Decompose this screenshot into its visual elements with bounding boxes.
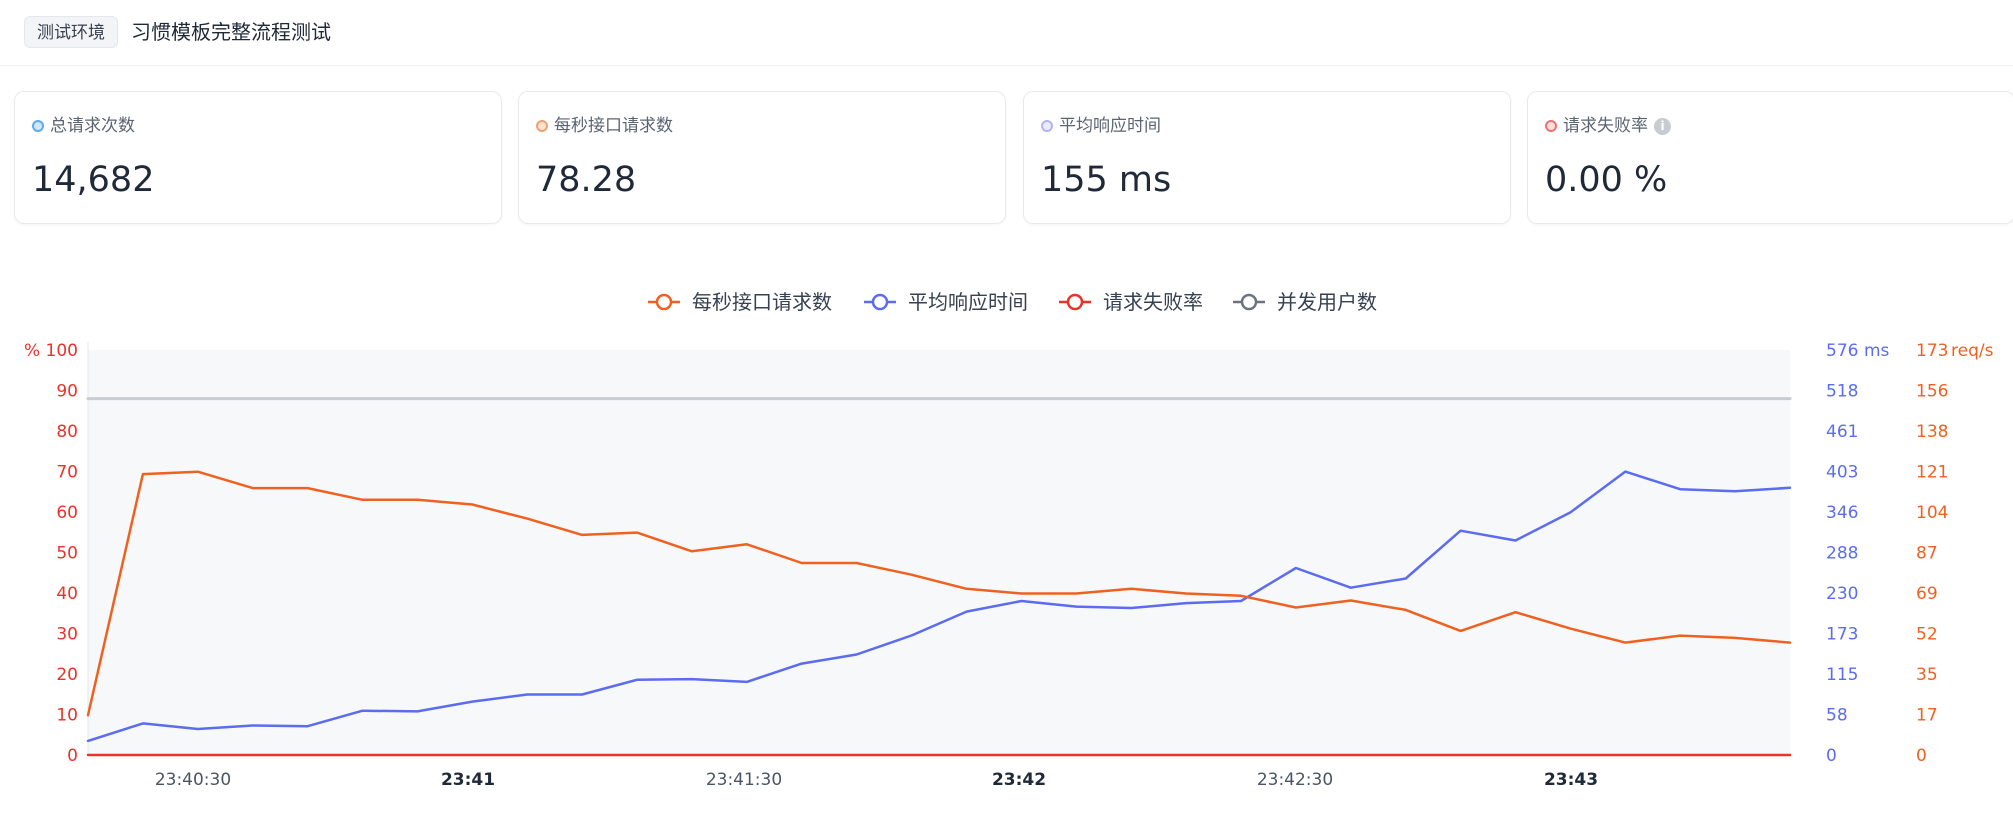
right-axis-tick: 52	[1916, 625, 1938, 645]
x-axis-tick: 23:42	[992, 770, 1046, 790]
left-axis-tick: 20	[56, 665, 78, 685]
legend-marker	[871, 293, 889, 311]
dot-icon	[1041, 120, 1053, 132]
stat-label: 每秒接口请求数	[554, 116, 673, 136]
stat-card-requests-per-second: 每秒接口请求数 78.28	[518, 91, 1006, 224]
plot-background	[88, 350, 1790, 755]
mid-axis-tick: 576	[1826, 341, 1858, 361]
right-axis-tick: 35	[1916, 665, 1938, 685]
left-axis-tick: 10	[56, 706, 78, 726]
mid-axis-unit: ms	[1864, 341, 1890, 361]
stat-card-average-response: 平均响应时间 155 ms	[1023, 91, 1511, 224]
left-axis-tick: 30	[56, 625, 78, 645]
right-axis-unit: req/s	[1951, 341, 1994, 361]
left-axis-tick: 60	[56, 503, 78, 523]
legend-marker	[1066, 293, 1084, 311]
left-axis-tick: 90	[56, 382, 78, 402]
mid-axis-tick: 403	[1826, 463, 1858, 483]
left-axis-tick: 80	[56, 422, 78, 442]
stat-label: 平均响应时间	[1059, 116, 1161, 136]
mid-axis-tick: 58	[1826, 706, 1848, 726]
stat-label: 总请求次数	[50, 116, 135, 136]
left-axis-tick: 70	[56, 463, 78, 483]
stat-value: 14,682	[32, 160, 155, 200]
x-axis-tick: 23:42:30	[1257, 770, 1333, 790]
right-axis-tick: 69	[1916, 584, 1938, 604]
stat-label: 请求失败率	[1563, 116, 1648, 136]
mid-axis-tick: 288	[1826, 544, 1858, 564]
stat-card-failure-rate: 请求失败率 i 0.00 %	[1527, 91, 2013, 224]
right-axis-tick: 121	[1916, 463, 1948, 483]
right-axis-tick: 138	[1916, 422, 1948, 442]
left-axis-tick: 0	[67, 746, 78, 766]
x-axis-tick: 23:43	[1544, 770, 1598, 790]
mid-axis-tick: 115	[1826, 665, 1858, 685]
x-axis-tick: 23:41:30	[706, 770, 782, 790]
environment-tag: 测试环境	[24, 16, 118, 48]
right-axis-tick: 0	[1916, 746, 1927, 766]
left-axis-tick: 40	[56, 584, 78, 604]
left-axis-tick: 100	[46, 341, 78, 361]
mid-axis-tick: 173	[1826, 625, 1858, 645]
mid-axis-tick: 518	[1826, 382, 1858, 402]
right-axis-tick: 173	[1916, 341, 1948, 361]
info-icon[interactable]: i	[1654, 117, 1671, 135]
dot-icon	[32, 120, 44, 132]
x-axis-tick: 23:41	[441, 770, 495, 790]
top-bar: 测试环境 习惯模板完整流程测试	[0, 0, 2013, 66]
legend-label: 并发用户数	[1277, 290, 1377, 314]
left-axis-tick: 50	[56, 544, 78, 564]
mid-axis-tick: 0	[1826, 746, 1837, 766]
page-title: 习惯模板完整流程测试	[131, 20, 331, 44]
legend-label: 每秒接口请求数	[692, 290, 832, 314]
legend-label: 请求失败率	[1103, 290, 1203, 314]
stat-card-total-requests: 总请求次数 14,682	[14, 91, 502, 224]
legend-marker	[655, 293, 673, 311]
mid-axis-tick: 461	[1826, 422, 1858, 442]
x-axis-tick: 23:40:30	[155, 770, 231, 790]
left-axis-unit: %	[24, 341, 40, 361]
dot-icon	[536, 120, 548, 132]
legend-label: 平均响应时间	[908, 290, 1028, 314]
performance-line-chart: 每秒接口请求数 平均响应时间 请求失败率 并发用户数 0 10 20 30 40 50 60 70 80…	[24, 290, 1994, 790]
stat-value: 78.28	[536, 160, 637, 200]
right-axis-tick: 104	[1916, 503, 1948, 523]
stat-value: 0.00 %	[1545, 160, 1668, 200]
stat-value: 155 ms	[1041, 160, 1172, 200]
right-axis-tick: 156	[1916, 382, 1948, 402]
legend-marker	[1240, 293, 1258, 311]
right-axis-tick: 17	[1916, 706, 1938, 726]
dot-icon	[1545, 120, 1557, 132]
right-axis-tick: 87	[1916, 544, 1938, 564]
mid-axis-tick: 230	[1826, 584, 1858, 604]
mid-axis-tick: 346	[1826, 503, 1858, 523]
